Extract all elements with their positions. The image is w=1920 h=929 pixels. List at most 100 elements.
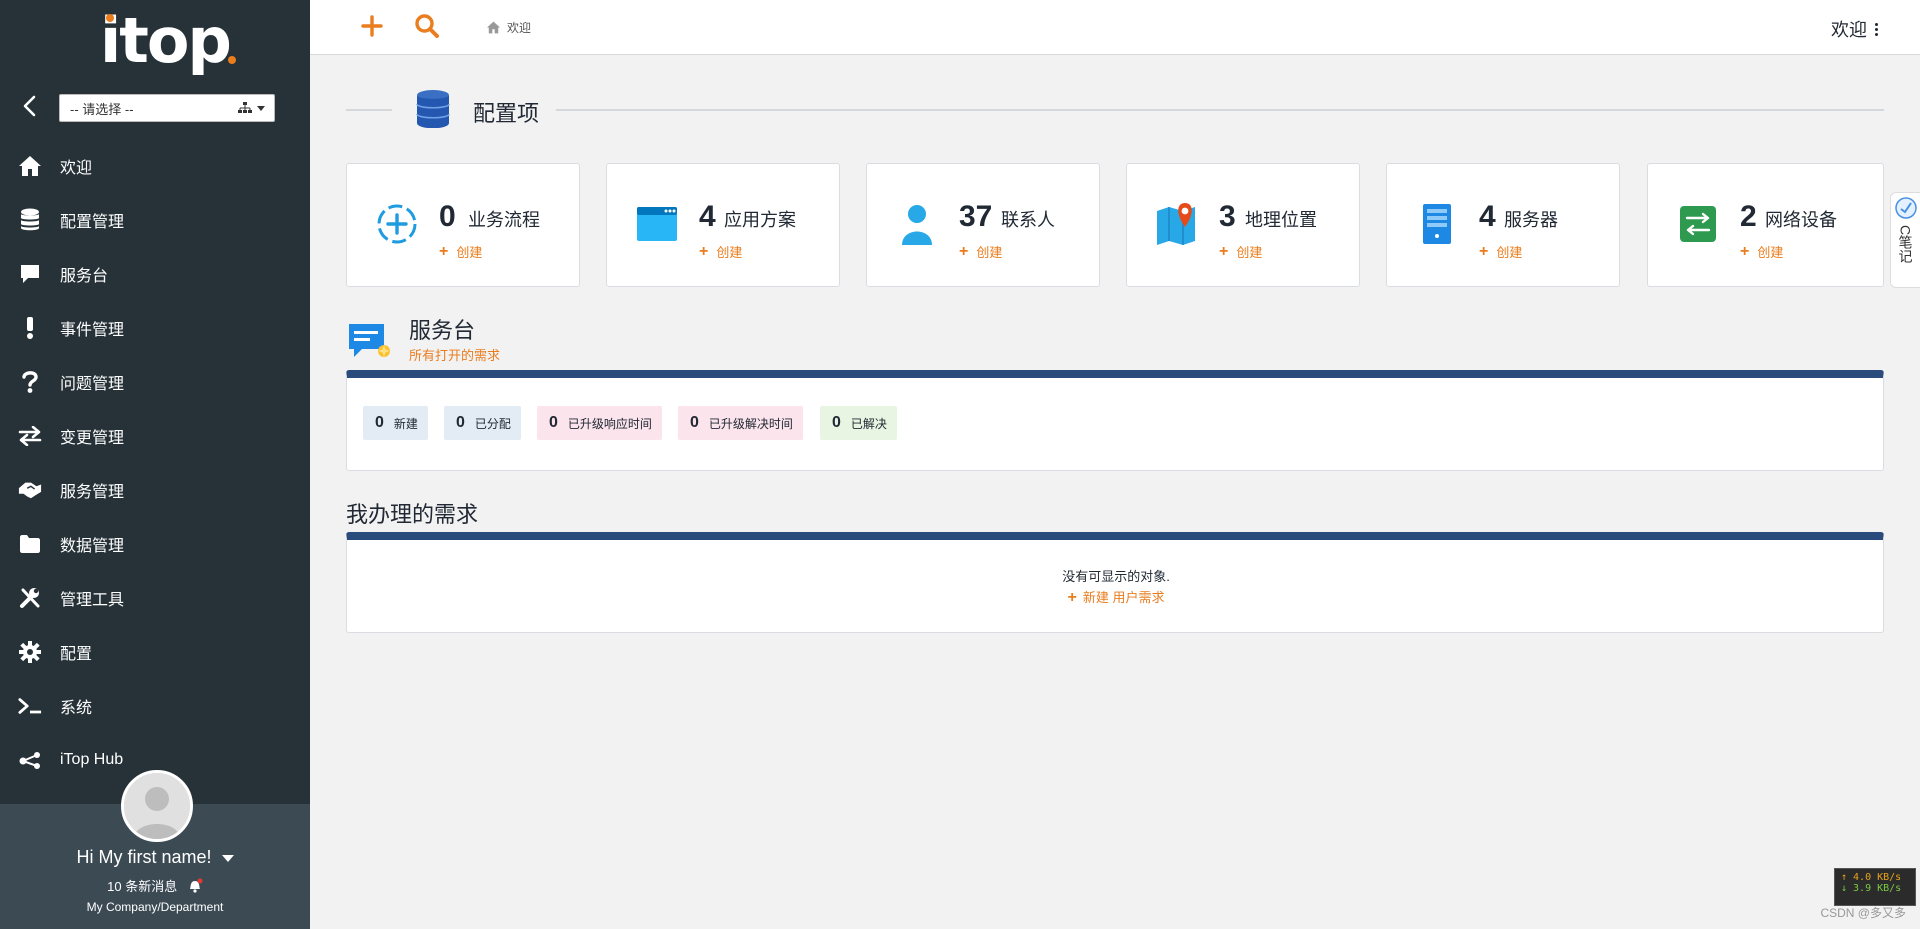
menu-item-label: 服务管理 [60,484,125,501]
sidebar: itop -- 请选择 -- 欢迎 配置管理 服务台 事件管理 问题管理 变更管… [0,0,310,929]
badge-count: 0 [690,414,699,431]
logo-dot-icon [106,14,114,22]
menu-item-system[interactable]: 系统 [0,679,310,733]
ci-label: 应用方案 [724,210,796,230]
create-application-solution-link[interactable]: + 创建 [699,242,742,261]
user-silhouette-icon [124,773,190,839]
menu-item-problem-management[interactable]: 问题管理 [0,355,310,409]
create-business-process-link[interactable]: + 创建 [439,242,482,261]
page-title: 欢迎 [1831,20,1867,40]
search-icon [415,14,439,38]
share-icon [18,748,42,772]
badge-count: 0 [375,414,384,431]
ci-card-contact[interactable]: 37 联系人 + 创建 [866,163,1100,287]
organization-select-value: -- 请选择 -- [70,101,134,117]
service-desk-title: 服务台 [409,318,476,343]
badge-count: 0 [549,414,558,431]
user-menu-toggle[interactable]: Hi My first name! [0,847,310,868]
ci-card-business-process[interactable]: 0 业务流程 + 创建 [346,163,580,287]
breadcrumb: 欢迎 [486,19,531,36]
page-actions-menu[interactable]: 欢迎 [1831,16,1878,42]
create-contact-link[interactable]: + 创建 [959,242,1002,261]
notifications-link[interactable]: 10 条新消息 [0,876,310,895]
menu-item-label: 服务台 [60,268,109,285]
menu-item-label: 系统 [60,700,93,717]
collapse-sidebar-button[interactable] [14,90,46,122]
ci-card-network-device[interactable]: 2 网络设备 + 创建 [1647,163,1884,287]
plus-icon: + [1219,242,1229,260]
configuration-items-icon [416,90,450,133]
menu-item-welcome[interactable]: 欢迎 [0,139,310,193]
badge-assigned[interactable]: 0 已分配 [444,406,521,440]
ci-count: 4 [1479,200,1496,233]
menu-item-incident-management[interactable]: 事件管理 [0,301,310,355]
user-greeting: Hi My first name! [76,847,212,867]
handshake-icon [18,478,42,502]
menu-item-data-management[interactable]: 数据管理 [0,517,310,571]
badge-escalated-tto[interactable]: 0 已升级响应时间 [537,406,662,440]
empty-state-text: 没有可显示的对象. [1062,569,1170,584]
menu-item-config-management[interactable]: 配置管理 [0,193,310,247]
create-server-link[interactable]: + 创建 [1479,242,1522,261]
menu-item-service-desk[interactable]: 服务台 [0,247,310,301]
badge-label: 已升级响应时间 [567,416,652,431]
itop-logo[interactable]: itop [100,6,250,80]
service-desk-panel: 0 新建 0 已分配 0 已升级响应时间 0 已升级解决时间 0 已解决 [346,370,1884,471]
question-icon [18,370,42,394]
section-divider [346,109,392,111]
global-search-button[interactable] [414,13,440,44]
plus-icon [361,15,383,37]
badge-label: 新建 [393,416,418,431]
create-network-device-link[interactable]: + 创建 [1740,242,1783,261]
badge-new[interactable]: 0 新建 [363,406,428,440]
create-location-link[interactable]: + 创建 [1219,242,1262,261]
plus-icon: + [1067,589,1077,606]
configuration-items-title: 配置项 [473,101,540,126]
breadcrumb-item-welcome[interactable]: 欢迎 [507,19,531,36]
badge-label: 已解决 [850,416,887,431]
new-object-button[interactable] [360,14,384,43]
open-requests-link[interactable]: 所有打开的需求 [409,345,500,364]
side-note-widget[interactable]: C笔记 [1890,192,1920,288]
menu-item-label: iTop Hub [60,751,124,768]
terminal-icon [18,694,42,718]
home-icon [18,154,42,178]
menu-item-service-management[interactable]: 服务管理 [0,463,310,517]
badge-resolved[interactable]: 0 已解决 [820,406,897,440]
menu-item-label: 管理工具 [60,592,125,609]
ci-label: 服务器 [1504,210,1558,230]
create-label: 创建 [1496,245,1523,260]
ci-count: 37 [959,200,993,233]
menu-item-change-management[interactable]: 变更管理 [0,409,310,463]
badge-label: 已升级解决时间 [708,416,793,431]
ci-card-server[interactable]: 4 服务器 + 创建 [1386,163,1620,287]
new-user-request-label: 新建 用户需求 [1082,590,1165,605]
badge-escalated-ttr[interactable]: 0 已升级解决时间 [678,406,803,440]
menu-item-label: 配置管理 [60,214,125,231]
ci-card-application-solution[interactable]: 4 应用方案 + 创建 [606,163,840,287]
plus-icon: + [1740,242,1750,260]
database-icon [18,208,42,232]
application-window-icon [635,202,679,246]
ci-label: 网络设备 [1765,210,1837,230]
ci-label: 联系人 [1001,210,1055,230]
new-user-request-link[interactable]: + 新建 用户需求 [347,587,1885,607]
business-process-icon [375,202,419,246]
organization-select[interactable]: -- 请选择 -- [59,94,275,122]
plus-icon: + [699,242,709,260]
menu-item-admin-tools[interactable]: 管理工具 [0,571,310,625]
create-label: 创建 [716,245,743,260]
network-device-icon [1676,202,1720,246]
watermark: CSDN @多又多 [1820,906,1906,920]
ci-count: 4 [699,200,716,233]
logo-dot-icon [228,56,236,64]
notifications-count: 10 条新消息 [107,879,178,894]
plus-icon: + [439,242,449,260]
menu-item-settings[interactable]: 配置 [0,625,310,679]
ci-label: 业务流程 [468,210,540,230]
ci-count: 2 [1740,200,1757,233]
ci-card-location[interactable]: 3 地理位置 + 创建 [1126,163,1360,287]
caret-down-icon [221,854,234,862]
main-menu: 欢迎 配置管理 服务台 事件管理 问题管理 变更管理 服务管理 数据管理 管理工… [0,139,310,787]
user-avatar[interactable] [121,770,193,842]
